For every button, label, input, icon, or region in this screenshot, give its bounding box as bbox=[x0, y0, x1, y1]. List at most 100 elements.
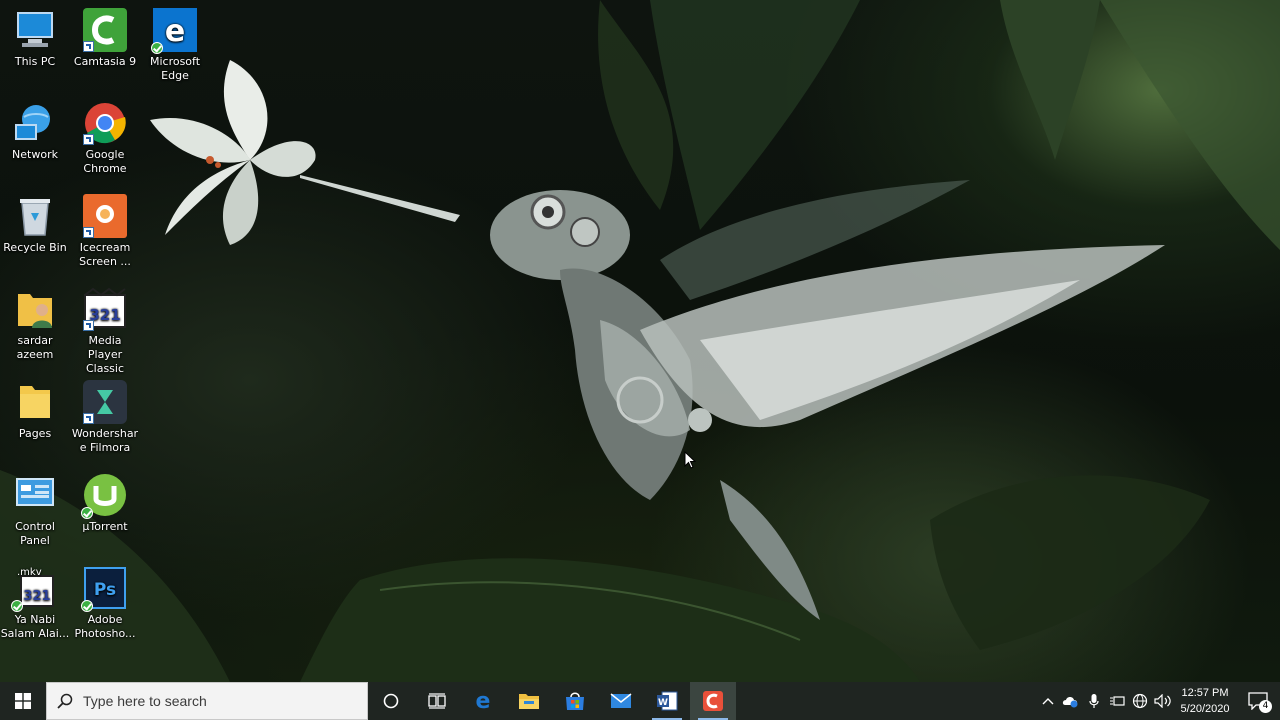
taskbar-file-explorer-button[interactable] bbox=[506, 682, 552, 720]
desktop-icon-microsoft-edge[interactable]: e Microsoft Edge bbox=[140, 8, 210, 83]
mpc-badge-text: 321 bbox=[23, 589, 50, 604]
desktop-icon-label: Network bbox=[12, 148, 58, 161]
desktop-icon-adobe-photoshop[interactable]: Ps Adobe Photosho... bbox=[70, 566, 140, 641]
mkv-video-file-icon: 321 .mkv bbox=[11, 566, 57, 612]
desktop-icon-recycle-bin[interactable]: Recycle Bin bbox=[0, 194, 70, 255]
clock-date: 5/20/2020 bbox=[1180, 703, 1230, 715]
task-view-button[interactable] bbox=[414, 682, 460, 720]
action-center-button[interactable]: 4 bbox=[1236, 682, 1280, 720]
folder-icon bbox=[13, 380, 57, 424]
shortcut-arrow-icon bbox=[83, 320, 94, 331]
taskbar-mail-button[interactable] bbox=[598, 682, 644, 720]
svg-text:e: e bbox=[165, 14, 185, 49]
this-pc-icon bbox=[13, 8, 57, 52]
battery-plug-icon bbox=[1109, 696, 1125, 706]
control-panel-icon bbox=[13, 473, 57, 517]
store-icon bbox=[566, 692, 584, 710]
notification-count-badge: 4 bbox=[1259, 700, 1272, 713]
taskbar: Type here to search e W 12:57 PM 5/20/20… bbox=[0, 682, 1280, 720]
shortcut-arrow-icon bbox=[83, 134, 94, 145]
mouse-pointer-icon bbox=[684, 450, 697, 473]
desktop-icon-label: Google Chrome bbox=[83, 148, 127, 175]
task-view-icon bbox=[428, 693, 446, 709]
recycle-bin-icon bbox=[13, 194, 57, 238]
desktop-icon-label: Microsoft Edge bbox=[149, 55, 201, 82]
desktop-icon-label: Media Player Classic bbox=[85, 334, 125, 375]
taskbar-camtasia-button[interactable] bbox=[690, 682, 736, 720]
search-icon bbox=[57, 693, 73, 709]
onedrive-tray-button[interactable] bbox=[1059, 682, 1082, 720]
camtasia-icon bbox=[703, 691, 723, 711]
desktop-icon-label: Ya Nabi Salam Alai... bbox=[0, 613, 70, 640]
shortcut-arrow-icon bbox=[83, 413, 94, 424]
svg-text:e: e bbox=[476, 690, 491, 712]
cortana-icon bbox=[383, 693, 399, 709]
sync-status-icon bbox=[151, 42, 163, 54]
desktop-icon-google-chrome[interactable]: Google Chrome bbox=[70, 101, 140, 176]
microphone-icon bbox=[1088, 694, 1099, 708]
desktop-icon-utorrent[interactable]: µTorrent bbox=[70, 473, 140, 534]
shortcut-arrow-icon bbox=[83, 41, 94, 52]
volume-tray-button[interactable] bbox=[1151, 682, 1174, 720]
taskbar-edge-button[interactable]: e bbox=[460, 682, 506, 720]
desktop-icon-control-panel[interactable]: Control Panel bbox=[0, 473, 70, 548]
edge-icon: e bbox=[151, 8, 197, 54]
mail-icon bbox=[610, 693, 632, 708]
desktop-icon-sardar-azeem[interactable]: sardar azeem bbox=[0, 287, 70, 362]
desktop-icon-label: Icecream Screen ... bbox=[79, 241, 131, 268]
taskbar-word-button[interactable]: W bbox=[644, 682, 690, 720]
chevron-up-icon bbox=[1042, 698, 1053, 705]
photoshop-badge-text: Ps bbox=[94, 580, 116, 600]
speaker-volume-icon bbox=[1153, 694, 1171, 708]
desktop-icon-this-pc[interactable]: This PC bbox=[0, 8, 70, 69]
desktop-icon-media-player-classic[interactable]: 321 Media Player Classic bbox=[70, 287, 140, 376]
onedrive-sync-icon bbox=[1062, 697, 1077, 708]
show-hidden-icons-button[interactable] bbox=[1036, 682, 1059, 720]
windows-logo-icon bbox=[15, 693, 31, 709]
cortana-button[interactable] bbox=[368, 682, 414, 720]
desktop-icon-label: Control Panel bbox=[15, 520, 55, 547]
clock-time: 12:57 PM bbox=[1181, 687, 1229, 699]
desktop-icon-network[interactable]: Network bbox=[0, 101, 70, 162]
shortcut-arrow-icon bbox=[83, 227, 94, 238]
desktop-icon-label: sardar azeem bbox=[16, 334, 54, 361]
desktop-icon-ya-nabi-salam[interactable]: 321 .mkv Ya Nabi Salam Alai... bbox=[0, 566, 70, 641]
edge-icon: e bbox=[476, 690, 491, 712]
file-explorer-icon bbox=[519, 694, 539, 709]
desktop-icon-label: Pages bbox=[18, 427, 52, 440]
desktop-icon-wondershare-filmora[interactable]: Wondershare Filmora bbox=[70, 380, 140, 455]
search-placeholder: Type here to search bbox=[83, 693, 207, 709]
icecream-screen-recorder-icon bbox=[83, 194, 127, 238]
desktop-icon-camtasia[interactable]: Camtasia 9 bbox=[70, 8, 140, 69]
mkv-extension-label: .mkv bbox=[17, 567, 42, 578]
utorrent-icon bbox=[81, 473, 127, 519]
taskbar-clock[interactable]: 12:57 PM 5/20/2020 bbox=[1174, 685, 1236, 717]
taskbar-store-button[interactable] bbox=[552, 682, 598, 720]
system-tray: 12:57 PM 5/20/2020 4 bbox=[1036, 682, 1280, 720]
desktop-icon-label: Wondershare Filmora bbox=[71, 427, 139, 454]
photoshop-icon: Ps bbox=[81, 566, 127, 612]
svg-text:W: W bbox=[658, 698, 668, 708]
power-tray-button[interactable] bbox=[1105, 682, 1128, 720]
chrome-icon bbox=[83, 101, 127, 145]
desktop-icon-label: Camtasia 9 bbox=[73, 55, 137, 68]
sync-status-icon bbox=[11, 600, 23, 612]
mpc-badge-text: 321 bbox=[89, 306, 120, 324]
network-tray-button[interactable] bbox=[1128, 682, 1151, 720]
desktop-icon-label: Adobe Photosho... bbox=[74, 613, 136, 640]
microphone-tray-button[interactable] bbox=[1082, 682, 1105, 720]
start-button[interactable] bbox=[0, 682, 46, 720]
filmora-icon bbox=[83, 380, 127, 424]
desktop-icon-label: This PC bbox=[14, 55, 56, 68]
taskbar-search-box[interactable]: Type here to search bbox=[46, 682, 368, 720]
desktop-icon-pages[interactable]: Pages bbox=[0, 380, 70, 441]
sync-status-icon bbox=[81, 600, 93, 612]
user-folder-icon bbox=[13, 287, 57, 331]
camtasia-icon bbox=[83, 8, 127, 52]
desktop-wallpaper bbox=[0, 0, 1280, 682]
globe-network-icon bbox=[1132, 693, 1147, 709]
word-icon: W bbox=[657, 691, 678, 711]
desktop-icon-label: µTorrent bbox=[82, 520, 128, 533]
desktop-icon-icecream-screen[interactable]: Icecream Screen ... bbox=[70, 194, 140, 269]
sync-status-icon bbox=[81, 507, 93, 519]
